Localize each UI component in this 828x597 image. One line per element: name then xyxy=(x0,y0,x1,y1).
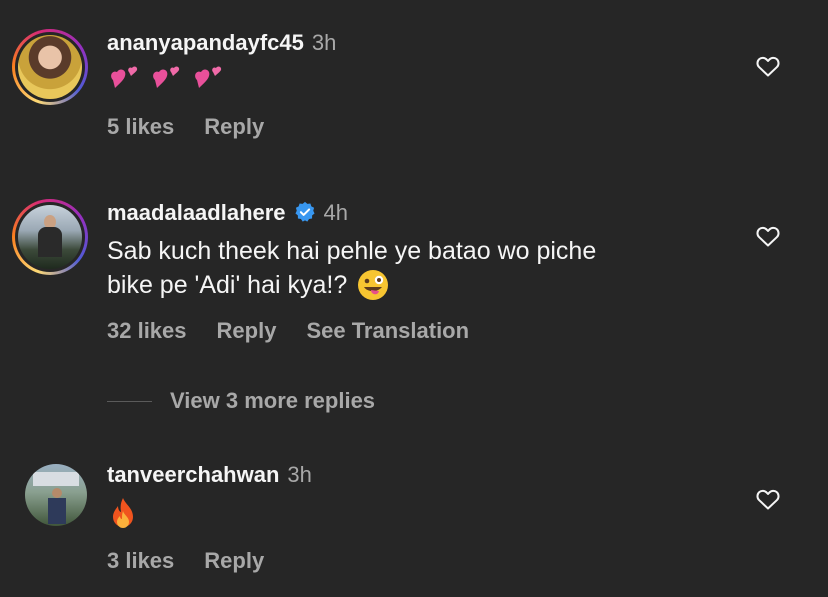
comment-time: 3h xyxy=(287,462,312,487)
heart-outline-icon[interactable] xyxy=(756,225,780,247)
avatar xyxy=(18,205,82,269)
username-text[interactable]: maadalaadlahere xyxy=(107,200,286,225)
revolving-hearts-icon xyxy=(153,66,180,88)
username-text[interactable]: tanveerchahwan xyxy=(107,462,279,487)
reply-button[interactable]: Reply xyxy=(204,548,264,573)
avatar-story-ring[interactable] xyxy=(12,199,88,275)
heart-outline-icon[interactable] xyxy=(756,488,780,510)
fire-icon xyxy=(113,498,133,528)
winking-face-with-tongue-icon xyxy=(358,270,389,300)
comment-time: 4h xyxy=(323,200,349,225)
revolving-hearts-icon xyxy=(111,66,138,88)
avatar[interactable] xyxy=(25,464,87,526)
comment-body xyxy=(107,497,727,540)
comment-text-line: bike pe 'Adi' hai kya!? xyxy=(107,271,348,299)
reply-button[interactable]: Reply xyxy=(217,318,277,343)
view-more-replies[interactable]: View 3 more replies xyxy=(107,388,375,414)
avatar xyxy=(18,35,82,99)
heart-outline-icon[interactable] xyxy=(756,55,780,77)
verified-badge-icon xyxy=(295,201,315,222)
comment-actions: 32 likes Reply See Translation xyxy=(107,318,499,344)
comment-username[interactable]: ananyapandayfc45 3h xyxy=(107,30,336,56)
comment-username[interactable]: tanveerchahwan 3h xyxy=(107,462,312,488)
likes-count[interactable]: 3 likes xyxy=(107,548,174,573)
comment-text-line: Sab kuch theek hai pehle ye batao wo pic… xyxy=(107,237,597,265)
likes-count[interactable]: 5 likes xyxy=(107,114,174,139)
comment-actions: 3 likes Reply xyxy=(107,548,294,574)
username-text[interactable]: ananyapandayfc45 xyxy=(107,30,304,55)
comment-body xyxy=(107,64,727,98)
see-translation-button[interactable]: See Translation xyxy=(306,318,469,343)
reply-button[interactable]: Reply xyxy=(204,114,264,139)
emoji-row xyxy=(107,64,727,98)
likes-count[interactable]: 32 likes xyxy=(107,318,187,343)
comment-username[interactable]: maadalaadlahere 4h xyxy=(107,200,348,226)
comment-body: Sab kuch theek hai pehle ye batao wo pic… xyxy=(107,234,727,302)
view-more-replies-label[interactable]: View 3 more replies xyxy=(170,388,375,414)
comment-time: 3h xyxy=(311,30,337,55)
divider-line xyxy=(107,400,152,402)
comment-actions: 5 likes Reply xyxy=(107,114,294,140)
avatar-story-ring[interactable] xyxy=(12,29,88,105)
revolving-hearts-icon xyxy=(195,66,222,88)
